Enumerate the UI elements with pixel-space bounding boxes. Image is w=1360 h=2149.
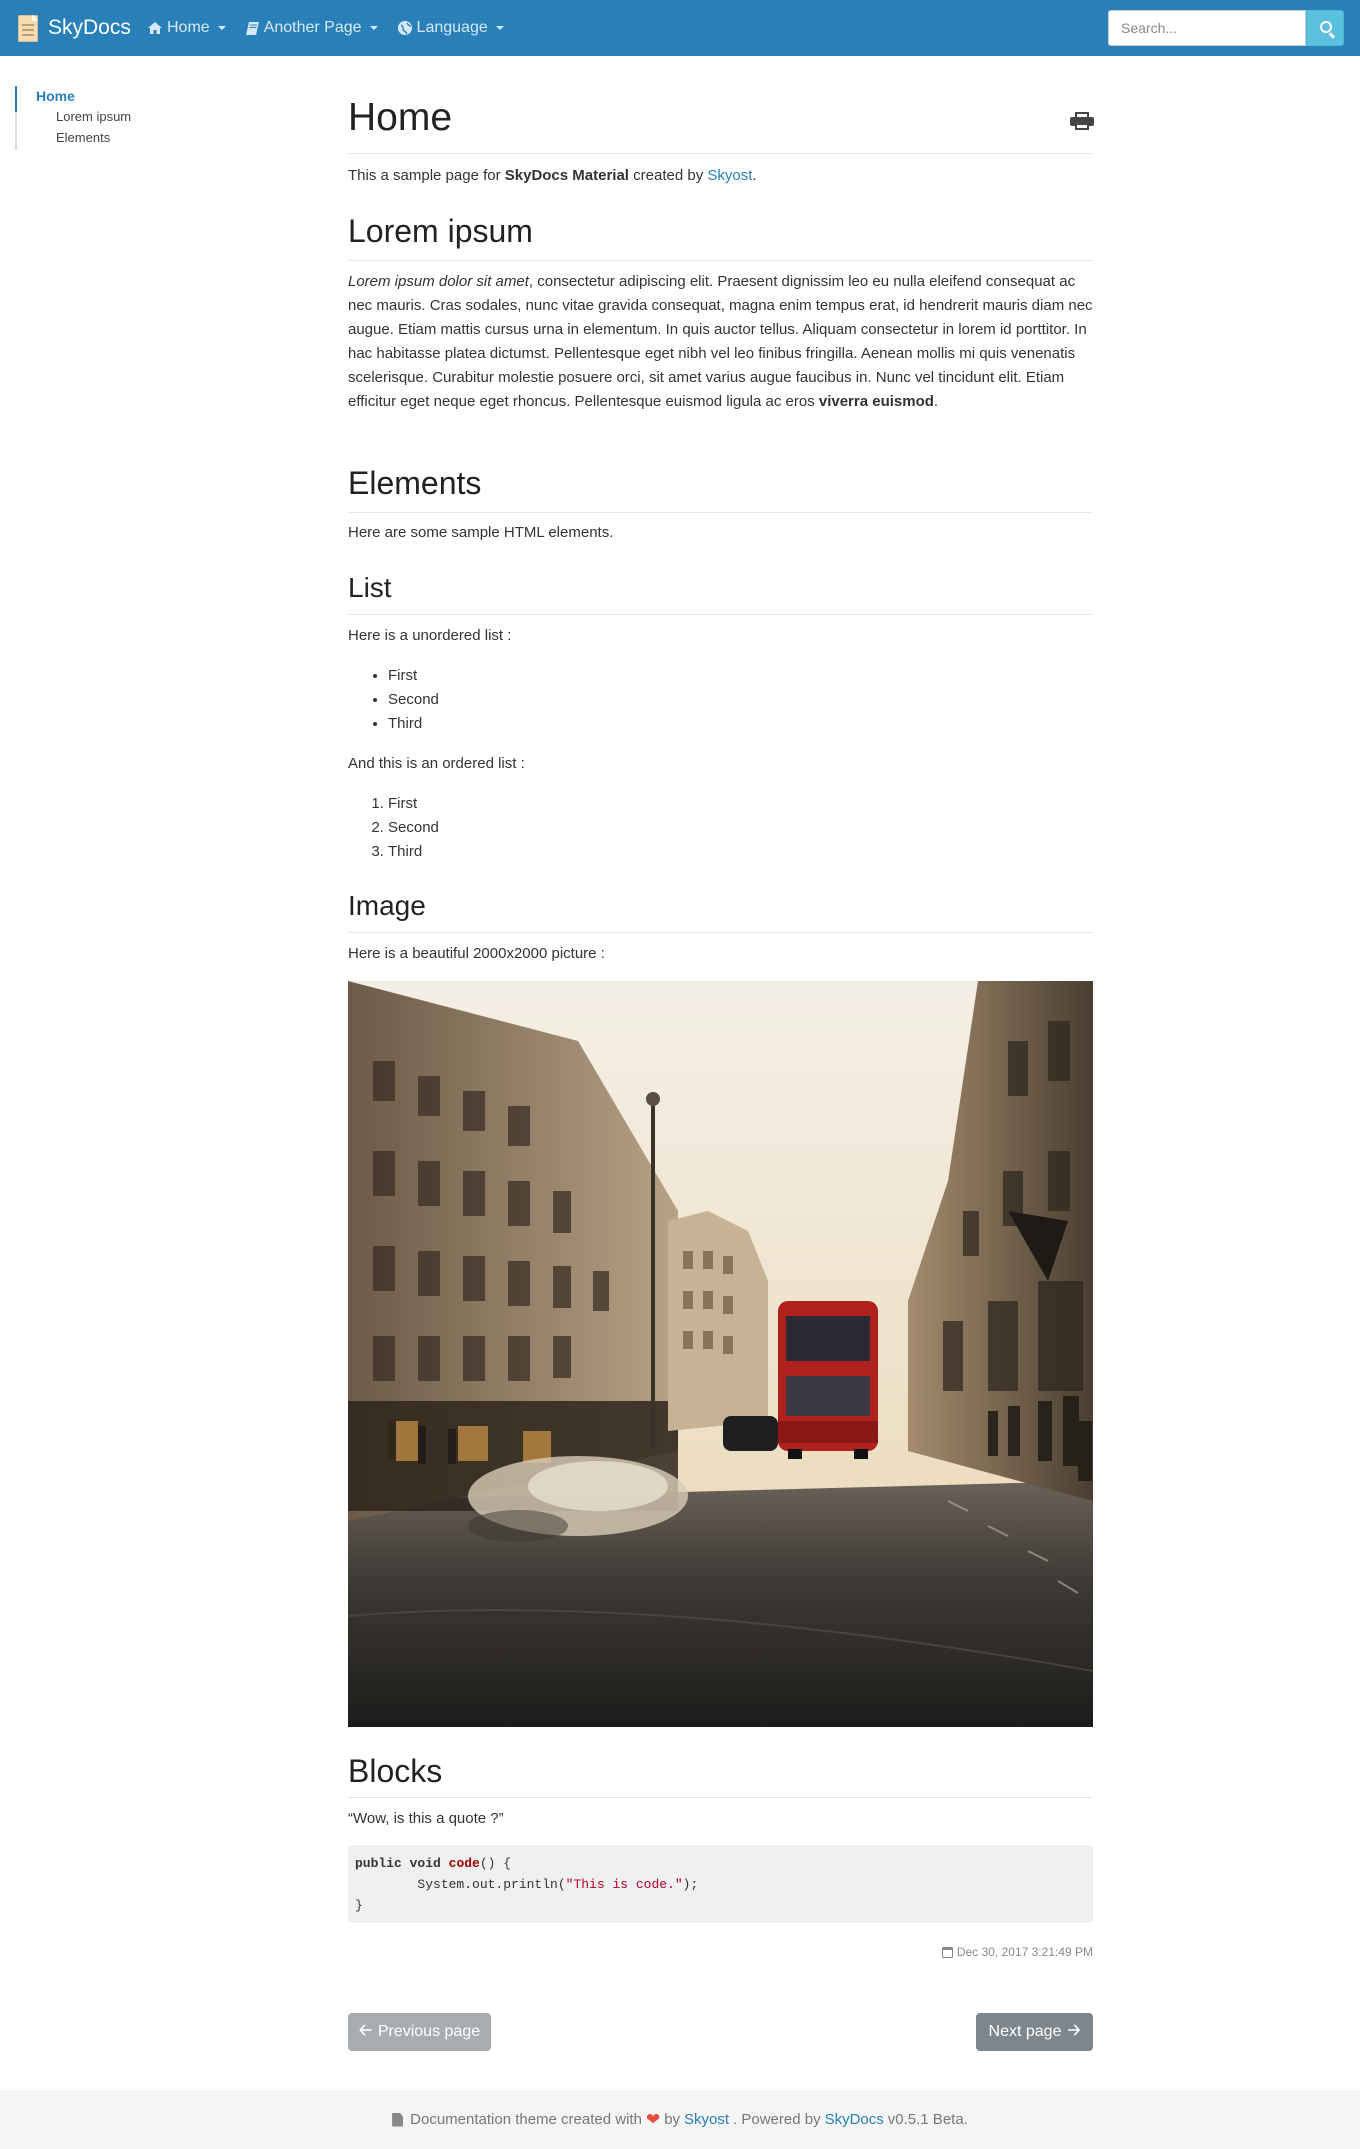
list-item: Second [388, 816, 439, 840]
page-title: Home [348, 96, 453, 139]
heading-list: List [348, 572, 392, 603]
heading-divider [348, 932, 1093, 933]
nav-another-page-label: Another Page [263, 19, 362, 36]
arrow-right-icon: 🡢 [1067, 2021, 1081, 2039]
intro-paragraph: This a sample page for SkyDocs Material … [348, 164, 1093, 188]
nav-home-label: Home [167, 19, 210, 36]
last-modified: Dec 30, 2017 3:21:49 PM [941, 1945, 1093, 1959]
toc-item-home[interactable]: Home [36, 86, 131, 106]
search-icon [1320, 21, 1332, 33]
nav-menu: Home Another Page Language [148, 0, 504, 56]
book-icon [245, 21, 259, 35]
heading-blocks: Blocks [348, 1753, 443, 1789]
search-button[interactable] [1306, 10, 1344, 46]
list-item: First [388, 664, 439, 688]
calendar-icon [941, 1946, 953, 1958]
globe-icon [397, 21, 412, 35]
next-page-label: Next page [988, 2023, 1062, 2040]
lorem-text: , consectetur adipiscing elit. Praesent … [348, 273, 1093, 410]
heading-elements: Elements [348, 465, 482, 501]
page-footer: Documentation theme created with ❤ by Sk… [0, 2090, 1360, 2149]
top-navbar: SkyDocs Home Another Page Language [0, 0, 1360, 56]
ordered-list: First Second Third [388, 792, 439, 864]
next-page-button[interactable]: Next page 🡢 [976, 2013, 1093, 2051]
intro-text: This a sample page for [348, 167, 505, 184]
code-text: ); [682, 1877, 699, 1892]
footer-version: v0.5.1 Beta. [887, 2111, 968, 2128]
lorem-paragraph: Lorem ipsum dolor sit amet, consectetur … [348, 270, 1093, 414]
footer-text: Documentation theme created with [410, 2111, 642, 2128]
author-link[interactable]: Skyost [707, 167, 752, 184]
previous-page-button[interactable]: 🡠 Previous page [348, 2013, 491, 2051]
heart-icon: ❤ [645, 2109, 661, 2129]
code-text: System.out.println( [355, 1877, 566, 1892]
heading-divider [348, 614, 1093, 615]
list-item: Second [388, 688, 439, 712]
toc-item-lorem-ipsum[interactable]: Lorem ipsum [36, 106, 131, 127]
code-text: } [355, 1898, 363, 1913]
caret-down-icon [495, 26, 504, 30]
title-divider [348, 153, 1093, 154]
lorem-end: . [933, 393, 939, 410]
nav-another-page-dropdown[interactable]: Another Page [245, 19, 378, 37]
code-function-name: code [448, 1856, 480, 1871]
code-keyword: void [409, 1856, 441, 1871]
toc-item-elements[interactable]: Elements [36, 127, 131, 148]
brand-name: SkyDocs [48, 16, 131, 39]
caret-down-icon [217, 26, 226, 30]
code-keyword: public [355, 1856, 402, 1871]
nav-language-dropdown[interactable]: Language [397, 19, 504, 37]
list-item: First [388, 792, 439, 816]
unordered-list-intro: Here is a unordered list : [348, 627, 512, 644]
list-item: Third [388, 712, 439, 736]
heading-divider [348, 1797, 1093, 1798]
ordered-list-intro: And this is an ordered list : [348, 755, 525, 772]
list-item: Third [388, 840, 439, 864]
unordered-list: First Second Third [388, 664, 439, 736]
document-icon [18, 14, 38, 42]
lorem-italic: Lorem ipsum dolor sit amet [348, 273, 529, 290]
intro-text-end: . [752, 167, 757, 184]
nav-language-label: Language [416, 19, 488, 36]
arrow-left-icon: 🡠 [358, 2021, 372, 2039]
search-input[interactable] [1108, 10, 1306, 46]
heading-divider [348, 260, 1093, 261]
table-of-contents: Home Lorem ipsum Elements [15, 86, 131, 148]
footer-product-link[interactable]: SkyDocs [825, 2111, 884, 2128]
caret-down-icon [369, 26, 378, 30]
toc-sub-divider [15, 112, 17, 150]
intro-text-created: created by [628, 167, 708, 184]
last-modified-date: Dec 30, 2017 3:21:49 PM [956, 1945, 1093, 1959]
heading-divider [348, 512, 1093, 513]
heading-image: Image [348, 890, 426, 921]
red-bus [778, 1301, 878, 1459]
brand-link[interactable]: SkyDocs [18, 0, 131, 56]
footer-author-link[interactable]: Skyost [684, 2111, 729, 2128]
nav-home-dropdown[interactable]: Home [148, 19, 226, 37]
street-scene-illustration [348, 981, 1093, 1727]
home-icon [148, 22, 162, 34]
blockquote: “Wow, is this a quote ?” [348, 1810, 504, 1827]
code-text: () { [479, 1856, 512, 1871]
intro-product-name: SkyDocs Material [504, 167, 629, 184]
print-icon[interactable] [1070, 112, 1094, 130]
lorem-bold: viverra euismod [818, 393, 934, 410]
file-icon [392, 2112, 404, 2127]
search-form [1108, 10, 1344, 46]
footer-by: by [664, 2111, 681, 2128]
previous-page-label: Previous page [377, 2023, 481, 2040]
elements-paragraph: Here are some sample HTML elements. [348, 524, 614, 541]
footer-powered: . Powered by [733, 2111, 821, 2128]
code-string: "This is code." [565, 1877, 683, 1892]
street-photo [348, 981, 1093, 1727]
image-paragraph: Here is a beautiful 2000x2000 picture : [348, 945, 605, 962]
code-block: public void code() { System.out.println(… [348, 1845, 1093, 1923]
heading-lorem-ipsum: Lorem ipsum [348, 213, 533, 249]
